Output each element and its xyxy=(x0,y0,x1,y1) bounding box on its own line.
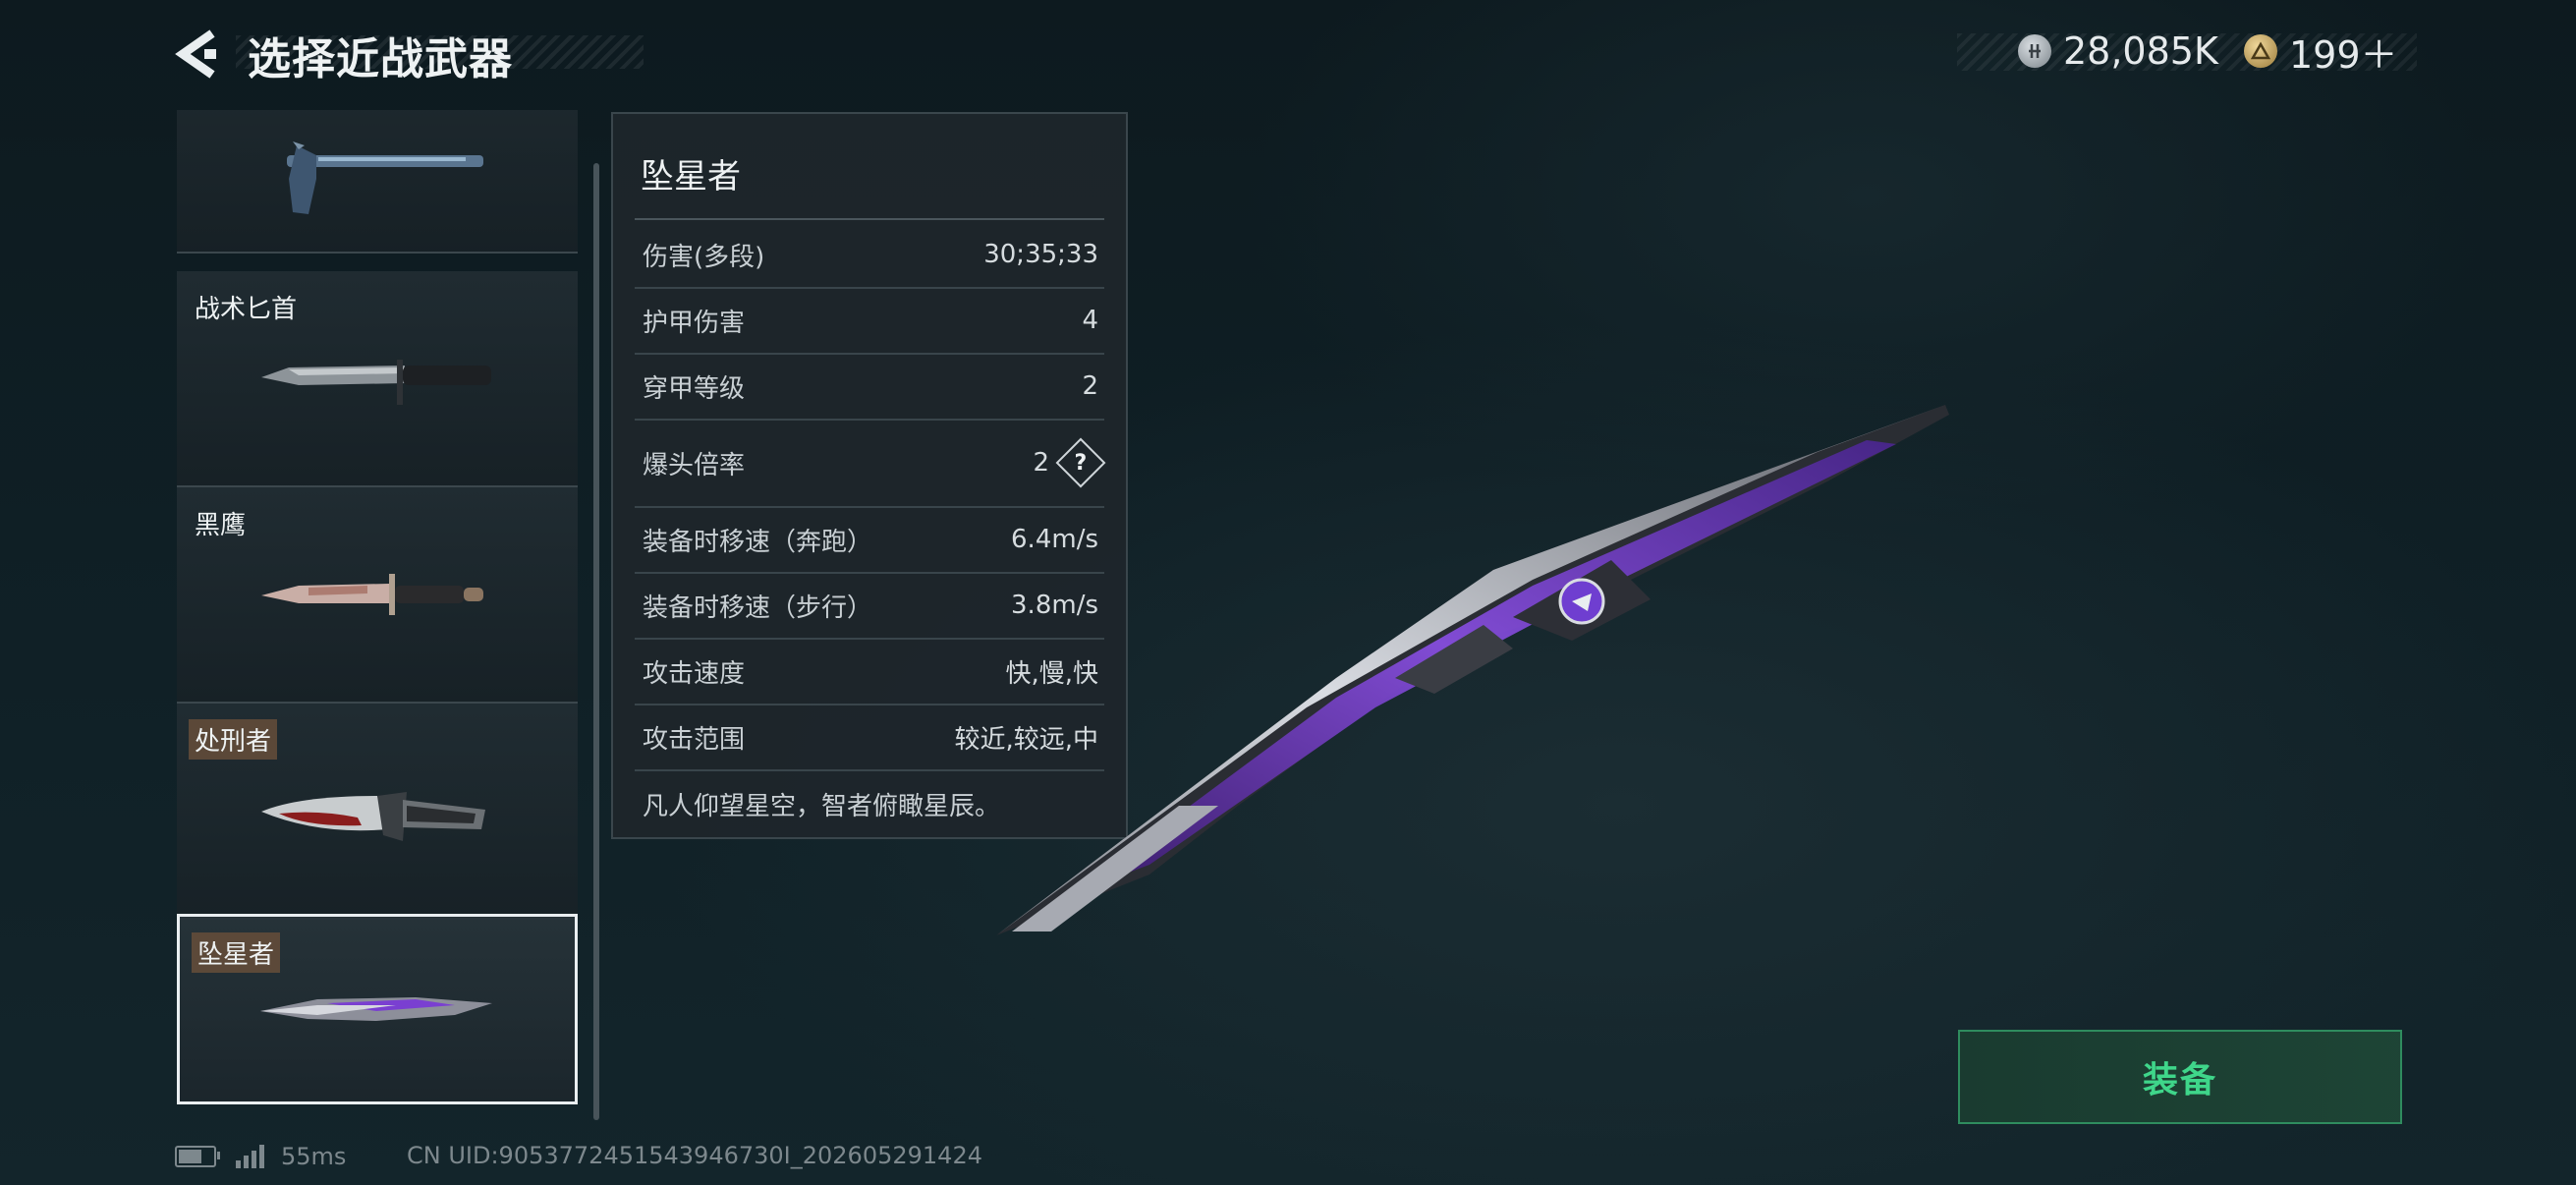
battery-icon xyxy=(175,1146,220,1167)
weapon-card-tactical-knife[interactable]: 战术匕首 xyxy=(177,271,578,487)
weapon-list-scrollbar[interactable] xyxy=(593,163,599,1120)
weapon-3d-preview[interactable] xyxy=(982,393,1965,943)
equip-button-label: 装备 xyxy=(2142,1060,2217,1100)
stat-label: 伤害(多段) xyxy=(643,242,765,272)
weapon-card-star-faller[interactable]: 坠星者 xyxy=(177,914,578,1104)
player-uid: CN UID:9053772451543946730I_202605291424 xyxy=(407,1142,982,1169)
executioner-knife-icon xyxy=(261,792,485,841)
stat-label: 爆头倍率 xyxy=(643,450,746,480)
weapon-card-axe[interactable] xyxy=(177,110,578,254)
tactical-knife-icon xyxy=(261,360,491,405)
signal-icon xyxy=(236,1145,267,1168)
stats-title: 坠星者 xyxy=(641,157,741,197)
silver-coin-icon xyxy=(2018,34,2051,68)
weapon-name: 处刑者 xyxy=(189,719,278,760)
stat-label: 攻击范围 xyxy=(643,724,746,755)
black-hawk-knife-icon xyxy=(261,574,483,615)
stat-value: 4 xyxy=(1082,306,1098,335)
equip-button[interactable]: 装备 xyxy=(1958,1030,2402,1124)
weapon-description: 凡人仰望星空，智者俯瞰星辰。 xyxy=(643,792,1001,821)
currency-silver[interactable]: 28,085K xyxy=(2018,28,2218,75)
page-title: 选择近战武器 xyxy=(248,34,513,85)
weapon-card-black-hawk[interactable]: 黑鹰 xyxy=(177,487,578,704)
ping-value: 55ms xyxy=(281,1143,347,1170)
stat-value: 30;35;33 xyxy=(983,240,1098,269)
weapon-list[interactable]: 战术匕首 黑鹰 处刑者 坠星者 xyxy=(177,110,584,1122)
stat-row-armor-damage: 护甲伤害 4 xyxy=(635,288,1104,355)
tactical-axe-icon xyxy=(287,141,483,214)
weapon-name: 战术匕首 xyxy=(195,295,298,324)
stat-label: 装备时移速（奔跑） xyxy=(643,527,873,557)
star-faller-blade-icon xyxy=(260,997,492,1021)
gold-currency-value: 199＋ xyxy=(2289,32,2398,77)
weapon-name: 黑鹰 xyxy=(195,511,247,540)
stats-divider xyxy=(635,218,1104,220)
stat-row-damage: 伤害(多段) 30;35;33 xyxy=(635,222,1104,289)
stat-label: 攻击速度 xyxy=(643,658,746,689)
status-bar: 55ms xyxy=(175,1140,346,1173)
chevron-left-icon xyxy=(175,29,216,79)
silver-currency-value: 28,085K xyxy=(2063,29,2218,73)
back-button[interactable] xyxy=(175,29,220,79)
currency-gold[interactable]: 199＋ xyxy=(2244,28,2398,77)
stat-label: 装备时移速（步行） xyxy=(643,592,873,623)
stat-label: 护甲伤害 xyxy=(643,308,746,338)
weapon-name: 坠星者 xyxy=(192,932,281,973)
stat-label: 穿甲等级 xyxy=(643,373,746,404)
gold-triangle-coin-icon xyxy=(2244,34,2277,68)
weapon-card-executioner[interactable]: 处刑者 xyxy=(177,704,578,920)
